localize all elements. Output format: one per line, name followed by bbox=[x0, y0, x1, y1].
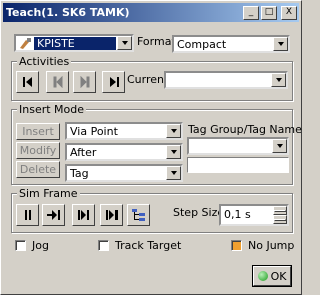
modify-button[interactable]: Modify bbox=[16, 142, 60, 159]
first-activity-button[interactable] bbox=[16, 71, 39, 93]
chevron-down-icon[interactable] bbox=[271, 73, 286, 87]
tool-icon bbox=[18, 36, 34, 50]
jog-checkbox[interactable]: Jog bbox=[15, 239, 49, 252]
no-jump-checkbox[interactable]: No Jump bbox=[231, 239, 294, 252]
insert-type-value: Tag bbox=[70, 166, 89, 180]
skip-last-icon bbox=[109, 77, 119, 87]
step-forward-button[interactable] bbox=[42, 204, 65, 226]
ok-icon bbox=[257, 271, 268, 281]
tag-name-field[interactable] bbox=[187, 157, 289, 173]
chevron-down-icon[interactable] bbox=[273, 37, 288, 51]
step-size-label: Step Size bbox=[173, 206, 225, 219]
track-target-checkbox[interactable]: Track Target bbox=[98, 239, 181, 252]
teach-dialog: Teach(1. SK6 TAMK) _ □ X KPISTE Format C… bbox=[0, 0, 302, 295]
skip-first-icon bbox=[22, 77, 32, 87]
current-label: Current bbox=[127, 73, 169, 86]
last-activity-button[interactable] bbox=[102, 71, 125, 93]
spin-up-icon[interactable] bbox=[273, 206, 287, 215]
step-size-value: 0,1 s bbox=[224, 208, 251, 221]
chevron-down-icon[interactable] bbox=[117, 36, 132, 50]
insert-position-select[interactable]: After bbox=[65, 143, 183, 161]
step-forward-icon bbox=[46, 210, 60, 220]
no-jump-label: No Jump bbox=[248, 239, 295, 252]
next-activity-button[interactable] bbox=[73, 71, 96, 93]
chevron-down-icon[interactable] bbox=[166, 124, 181, 138]
tool-value: KPISTE bbox=[34, 36, 116, 50]
fast-forward-icon bbox=[77, 210, 89, 220]
pause-icon bbox=[24, 210, 31, 220]
jog-label: Jog bbox=[32, 239, 49, 252]
fast-forward-button[interactable] bbox=[72, 204, 95, 226]
tag-group-select[interactable] bbox=[187, 137, 289, 155]
insert-type-select[interactable]: Tag bbox=[65, 164, 183, 182]
pause-button[interactable] bbox=[16, 204, 39, 226]
step-forward-icon bbox=[80, 76, 89, 88]
tree-view-button[interactable] bbox=[127, 204, 150, 226]
step-back-icon bbox=[53, 76, 62, 88]
track-target-label: Track Target bbox=[115, 239, 182, 252]
insert-position-value: After bbox=[70, 145, 97, 159]
window-title: Teach(1. SK6 TAMK) bbox=[6, 6, 130, 19]
chevron-down-icon[interactable] bbox=[272, 139, 287, 153]
close-button[interactable]: X bbox=[281, 5, 297, 20]
format-value: Compact bbox=[177, 37, 227, 51]
activities-label: Activities bbox=[17, 55, 72, 68]
insert-button[interactable]: Insert bbox=[16, 123, 60, 140]
motion-type-value: Via Point bbox=[70, 124, 118, 138]
run-to-end-button[interactable] bbox=[100, 204, 123, 226]
spin-down-icon[interactable] bbox=[273, 215, 287, 224]
checkbox-box[interactable] bbox=[98, 240, 109, 251]
delete-button[interactable]: Delete bbox=[16, 161, 60, 178]
insert-mode-label: Insert Mode bbox=[17, 103, 87, 116]
ok-button[interactable]: OK bbox=[253, 266, 291, 286]
tree-icon bbox=[131, 209, 145, 221]
maximize-button[interactable]: □ bbox=[261, 5, 277, 20]
current-activity-select[interactable] bbox=[164, 71, 288, 89]
title-bar[interactable]: Teach(1. SK6 TAMK) _ □ X bbox=[3, 3, 299, 22]
format-select[interactable]: Compact bbox=[172, 35, 290, 53]
run-to-end-icon bbox=[105, 210, 118, 220]
previous-activity-button[interactable] bbox=[46, 71, 69, 93]
tag-group-label: Tag Group/Tag Name bbox=[188, 123, 302, 136]
tool-select[interactable]: KPISTE bbox=[14, 34, 134, 52]
chevron-down-icon[interactable] bbox=[166, 145, 181, 159]
motion-type-select[interactable]: Via Point bbox=[65, 122, 183, 140]
format-label: Format bbox=[137, 35, 176, 48]
checkbox-box[interactable] bbox=[15, 240, 26, 251]
minimize-button[interactable]: _ bbox=[243, 5, 259, 20]
chevron-down-icon[interactable] bbox=[166, 166, 181, 180]
ok-label: OK bbox=[270, 269, 287, 283]
checkbox-box[interactable] bbox=[231, 240, 242, 251]
step-size-spinner[interactable]: 0,1 s bbox=[219, 204, 289, 226]
sim-frame-label: Sim Frame bbox=[17, 187, 80, 200]
